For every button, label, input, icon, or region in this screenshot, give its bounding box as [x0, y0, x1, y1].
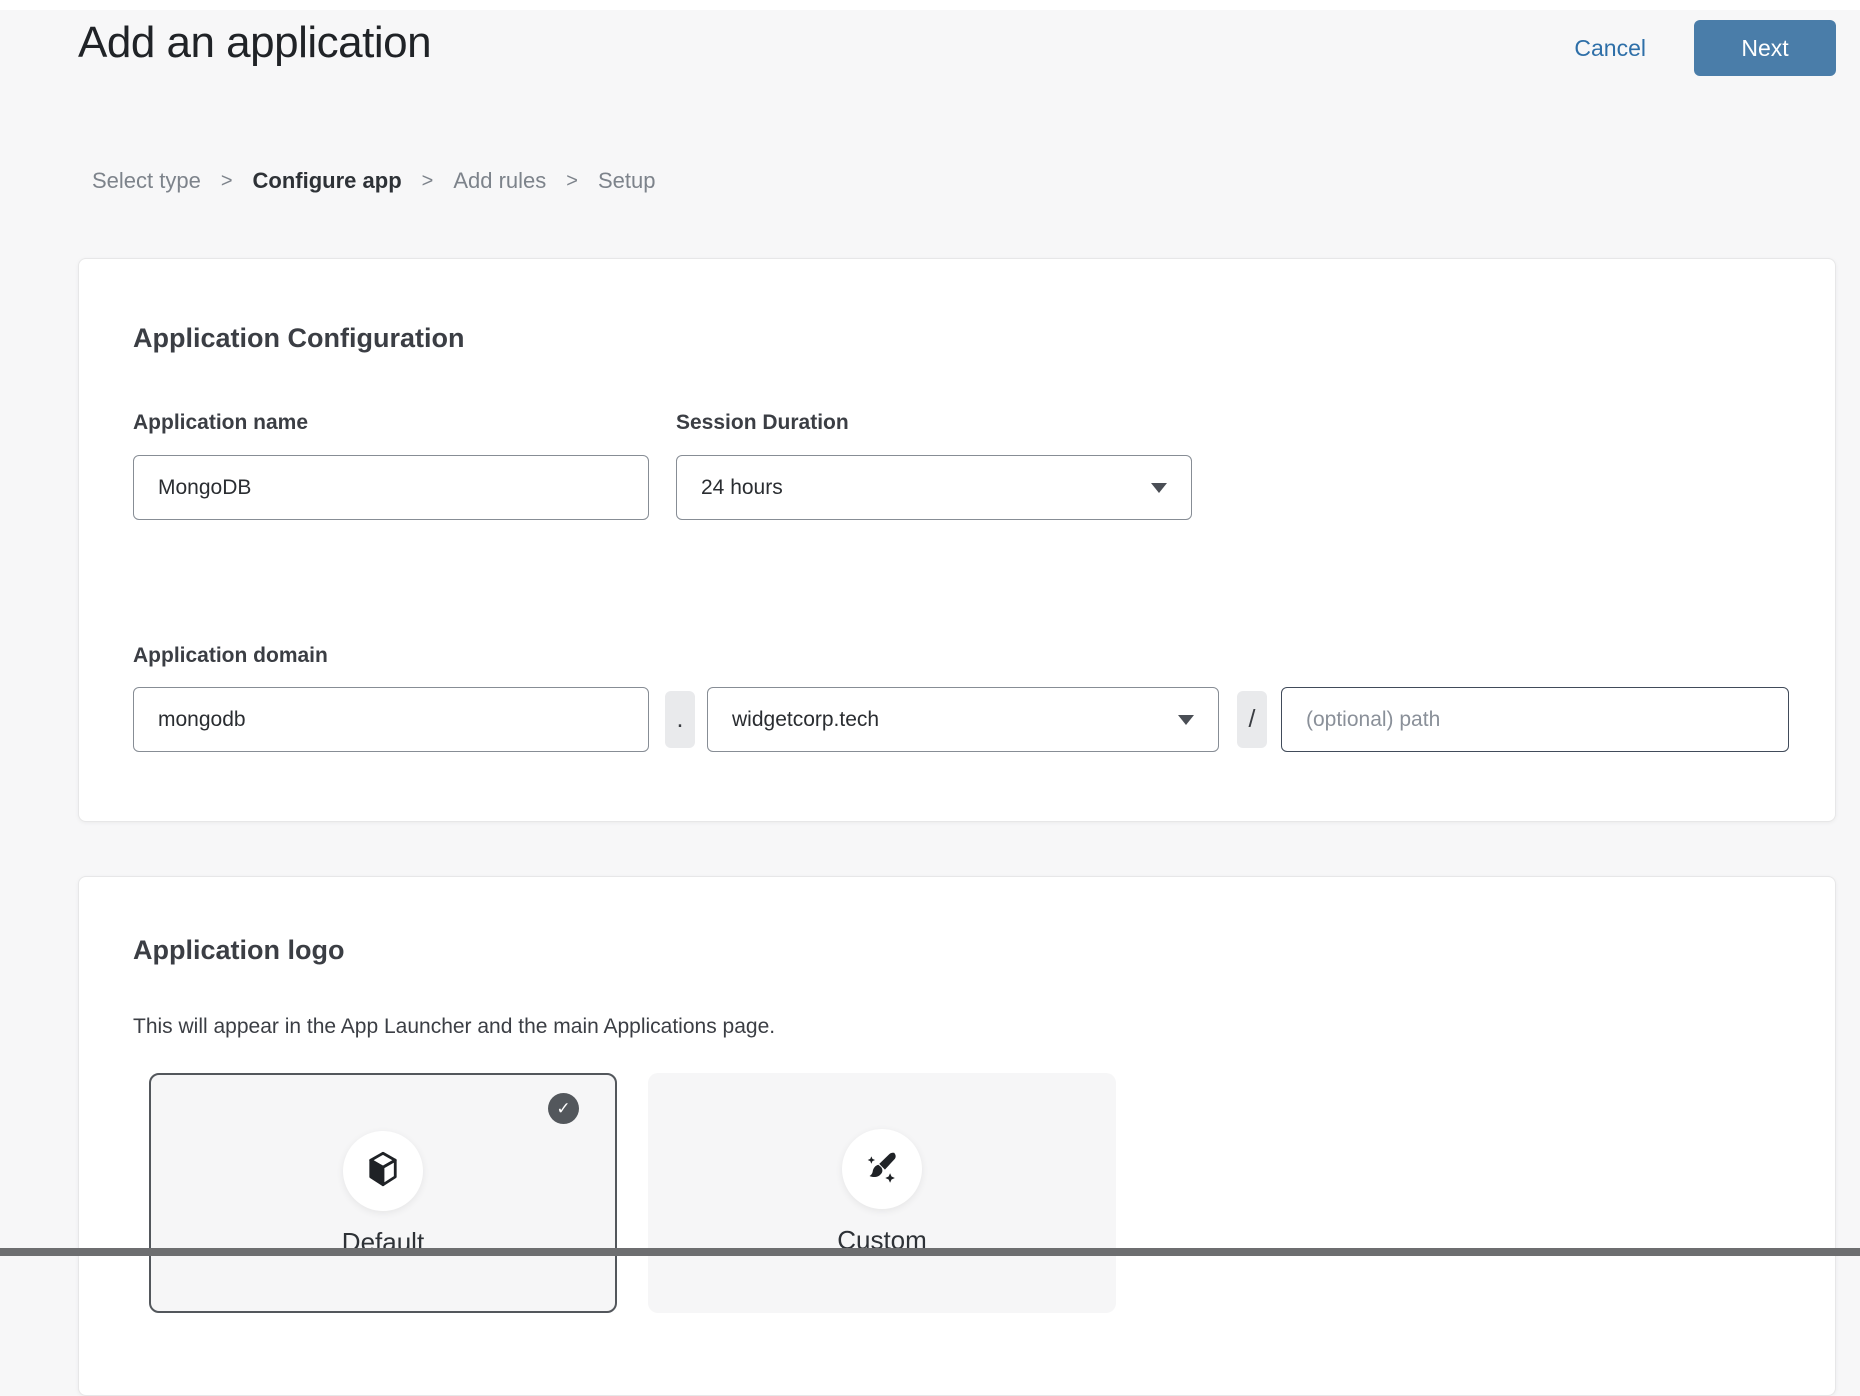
application-configuration-card: Application Configuration Application na…: [78, 258, 1836, 822]
session-duration-select[interactable]: 24 hours: [676, 455, 1192, 520]
session-duration-selected-value: 24 hours: [701, 476, 783, 500]
domain-selected-value: widgetcorp.tech: [732, 708, 879, 732]
logo-card-description: This will appear in the App Launcher and…: [133, 1015, 775, 1039]
domain-slash-separator: /: [1237, 691, 1267, 748]
breadcrumb-separator: >: [221, 170, 233, 193]
application-name-input[interactable]: [133, 455, 649, 520]
session-duration-label: Session Duration: [676, 411, 849, 435]
breadcrumb-separator: >: [566, 170, 578, 193]
subdomain-input[interactable]: [133, 687, 649, 752]
breadcrumb: Select type > Configure app > Add rules …: [92, 168, 655, 194]
chevron-down-icon: [1178, 715, 1194, 725]
page-title: Add an application: [78, 18, 431, 68]
logo-option-custom[interactable]: Custom: [648, 1073, 1116, 1313]
cancel-button[interactable]: Cancel: [1574, 35, 1646, 62]
breadcrumb-step-setup[interactable]: Setup: [598, 168, 656, 194]
breadcrumb-step-configure-app[interactable]: Configure app: [253, 168, 402, 194]
logo-option-default[interactable]: ✓ Default: [149, 1073, 617, 1313]
window-bottom-edge: [0, 1248, 1860, 1256]
application-domain-label: Application domain: [133, 644, 328, 668]
cube-icon: [362, 1148, 404, 1195]
window-top-strip: [0, 0, 1860, 10]
header-actions: Cancel Next: [1574, 20, 1836, 76]
chevron-down-icon: [1151, 483, 1167, 493]
custom-logo-circle: [842, 1129, 922, 1209]
domain-select[interactable]: widgetcorp.tech: [707, 687, 1219, 752]
default-logo-circle: [343, 1131, 423, 1211]
paintbrush-icon: [860, 1145, 904, 1194]
breadcrumb-step-add-rules[interactable]: Add rules: [453, 168, 546, 194]
next-button[interactable]: Next: [1694, 20, 1836, 76]
breadcrumb-step-select-type[interactable]: Select type: [92, 168, 201, 194]
path-input[interactable]: [1281, 687, 1789, 752]
logo-card-title: Application logo: [133, 935, 344, 966]
application-name-label: Application name: [133, 411, 308, 435]
breadcrumb-separator: >: [422, 170, 434, 193]
configuration-card-title: Application Configuration: [133, 323, 464, 354]
domain-dot-separator: .: [665, 691, 695, 748]
application-domain-row: . widgetcorp.tech /: [79, 687, 1835, 752]
application-logo-card: Application logo This will appear in the…: [78, 876, 1836, 1396]
selected-check-icon: ✓: [548, 1093, 579, 1124]
page-header: Add an application Cancel Next: [0, 10, 1860, 100]
